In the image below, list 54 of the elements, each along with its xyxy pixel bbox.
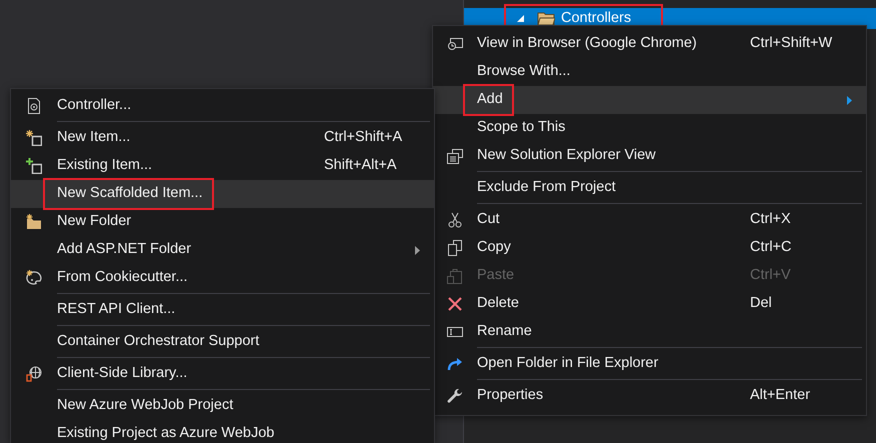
submenu-arrow-icon xyxy=(415,246,420,254)
palette-icon xyxy=(26,270,42,286)
menu-item[interactable]: Cut Ctrl+X xyxy=(433,206,866,234)
new-item-icon xyxy=(26,130,42,146)
shortcut-text: Del xyxy=(750,294,773,314)
annotation-frame: New Scaffolded Item... xyxy=(43,178,214,210)
menu-item[interactable]: Properties Alt+Enter xyxy=(433,382,866,410)
folder-icon xyxy=(537,11,555,26)
menu-item[interactable]: New Solution Explorer View xyxy=(433,142,866,170)
new-folder-icon xyxy=(26,214,42,230)
submenu-arrow-icon xyxy=(847,96,852,104)
shortcut-text: Ctrl+V xyxy=(750,266,792,286)
menu-item[interactable]: Existing Project as Azure WebJob xyxy=(11,420,434,443)
curved-arrow-icon xyxy=(447,356,463,372)
menu-item[interactable]: Exclude From Project xyxy=(433,174,866,202)
shortcut-text: Shift+Alt+A xyxy=(324,156,398,176)
wrench-icon xyxy=(447,388,463,404)
menu-item[interactable]: View in Browser (Google Chrome) Ctrl+Shift+W xyxy=(433,30,866,58)
windows-icon xyxy=(447,148,463,164)
menu-item[interactable]: New Item... Ctrl+Shift+A xyxy=(11,124,434,152)
menu-item[interactable]: From Cookiecutter... xyxy=(11,264,434,292)
shortcut-text: Ctrl+X xyxy=(750,210,792,230)
menu-item[interactable]: Add xyxy=(433,86,866,114)
browser-window-icon xyxy=(447,36,463,52)
expander-icon[interactable] xyxy=(516,14,525,23)
menu-item[interactable]: Add ASP.NET Folder xyxy=(11,236,434,264)
shortcut-text: Ctrl+C xyxy=(750,238,792,258)
annotation-frame: Add xyxy=(463,84,514,116)
scissors-icon xyxy=(447,212,463,228)
shortcut-text: Ctrl+Shift+A xyxy=(324,128,404,148)
globe-icon xyxy=(26,366,42,382)
menu-item[interactable]: Scope to This xyxy=(433,114,866,142)
menu-item[interactable]: REST API Client... xyxy=(11,296,434,324)
menu-item[interactable]: Browse With... xyxy=(433,58,866,86)
menu-item[interactable]: Copy Ctrl+C xyxy=(433,234,866,262)
shortcut-text: Ctrl+Shift+W xyxy=(750,34,834,54)
shortcut-text: Alt+Enter xyxy=(750,386,812,406)
menu-item[interactable]: Open Folder in File Explorer xyxy=(433,350,866,378)
menu-item[interactable]: Delete Del xyxy=(433,290,866,318)
paste-icon xyxy=(447,268,463,284)
add-existing-icon xyxy=(26,158,42,174)
menu-item[interactable]: New Scaffolded Item... xyxy=(11,180,434,208)
delete-x-icon xyxy=(447,296,463,312)
menu-item[interactable]: Client-Side Library... xyxy=(11,360,434,388)
rename-icon xyxy=(447,324,463,340)
menu-item[interactable]: Rename xyxy=(433,318,866,346)
menu-item[interactable]: New Azure WebJob Project xyxy=(11,392,434,420)
menu-item[interactable]: New Folder xyxy=(11,208,434,236)
document-icon xyxy=(26,98,42,114)
menu-item[interactable]: Controller... xyxy=(11,92,434,120)
menu-item[interactable]: Container Orchestrator Support xyxy=(11,328,434,356)
tree-item-label: Controllers xyxy=(561,8,632,28)
menu-item[interactable]: Existing Item... Shift+Alt+A xyxy=(11,152,434,180)
copy-icon xyxy=(447,240,463,256)
